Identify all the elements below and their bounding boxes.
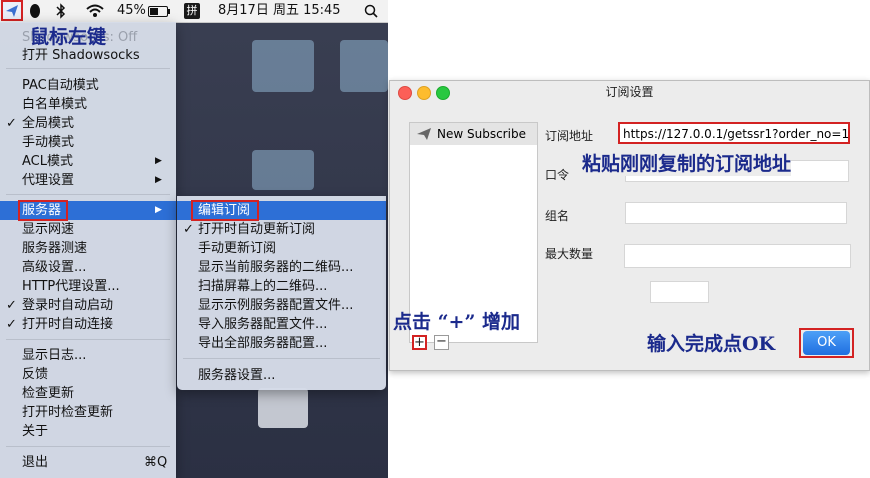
- menu-bar: 45% 拼 8月17日 周五 15:45: [0, 0, 388, 23]
- checkmark-icon: ✓: [6, 317, 17, 332]
- menu-item-whitelist-mode[interactable]: 白名单模式: [0, 95, 176, 114]
- input-method-icon[interactable]: 拼: [184, 3, 200, 19]
- menu-item-feedback[interactable]: 反馈: [0, 365, 176, 384]
- submenu-item-show-example-config[interactable]: 显示示例服务器配置文件...: [177, 296, 386, 315]
- submenu-item-export-config[interactable]: 导出全部服务器配置...: [177, 334, 386, 353]
- password-label: 口令: [545, 168, 570, 182]
- desktop-folder-icon[interactable]: [340, 40, 388, 92]
- blank-field[interactable]: [650, 281, 709, 303]
- minimize-window-button[interactable]: [417, 86, 431, 100]
- annotation-click-plus: 点击 “+” 增加: [393, 311, 521, 333]
- submenu-item-import-config[interactable]: 导入服务器配置文件...: [177, 315, 386, 334]
- qq-icon[interactable]: [28, 0, 42, 22]
- menu-item-manual-mode[interactable]: 手动模式: [0, 133, 176, 152]
- remove-subscription-button[interactable]: −: [434, 335, 449, 350]
- checkmark-icon: ✓: [6, 116, 17, 131]
- battery-percent: 45%: [117, 3, 146, 18]
- add-subscription-button[interactable]: +: [412, 335, 427, 350]
- subscription-list-item[interactable]: New Subscribe: [410, 123, 537, 145]
- menu-separator: [6, 446, 170, 447]
- group-name-field[interactable]: [625, 202, 847, 224]
- max-count-field[interactable]: [624, 244, 851, 268]
- servers-submenu: 编辑订阅 ✓ 打开时自动更新订阅 手动更新订阅 显示当前服务器的二维码... 扫描…: [177, 196, 386, 390]
- desktop-folder-icon[interactable]: [252, 40, 314, 92]
- menu-item-show-speed[interactable]: 显示网速: [0, 220, 176, 239]
- zoom-window-button[interactable]: [436, 86, 450, 100]
- menu-item-about[interactable]: 关于: [0, 422, 176, 441]
- submenu-arrow-icon: ▶: [155, 175, 162, 185]
- menu-item-check-updates-on-open[interactable]: 打开时检查更新: [0, 403, 176, 422]
- submenu-item-show-qr[interactable]: 显示当前服务器的二维码...: [177, 258, 386, 277]
- menu-item-check-updates[interactable]: 检查更新: [0, 384, 176, 403]
- submenu-arrow-icon: ▶: [155, 205, 162, 215]
- paper-plane-icon: [6, 4, 18, 17]
- group-label: 组名: [545, 209, 570, 223]
- menu-item-acl-mode[interactable]: ACL模式 ▶: [0, 152, 176, 171]
- submenu-item-scan-qr[interactable]: 扫描屏幕上的二维码...: [177, 277, 386, 296]
- annotation-input-done: 输入完成点OK: [647, 333, 776, 355]
- menu-item-advanced-settings[interactable]: 高级设置...: [0, 258, 176, 277]
- subscription-url-field[interactable]: https://127.0.0.1/getssr1?order_no=12345…: [618, 122, 850, 144]
- menu-item-proxy-settings[interactable]: 代理设置 ▶: [0, 171, 176, 190]
- menu-item-launch-at-login[interactable]: ✓ 登录时自动启动: [0, 296, 176, 315]
- menu-item-pac-mode[interactable]: PAC自动模式: [0, 76, 176, 95]
- menubar-clock[interactable]: 8月17日 周五 15:45: [218, 0, 341, 22]
- desktop-folder-icon[interactable]: [252, 150, 314, 190]
- quit-shortcut: ⌘Q: [144, 455, 168, 470]
- checkmark-icon: ✓: [6, 298, 17, 313]
- menu-item-http-proxy-settings[interactable]: HTTP代理设置...: [0, 277, 176, 296]
- dialog-title: 订阅设置: [605, 85, 654, 99]
- submenu-arrow-icon: ▶: [155, 156, 162, 166]
- menu-separator: [6, 339, 170, 340]
- menu-item-auto-connect[interactable]: ✓ 打开时自动连接: [0, 315, 176, 334]
- desktop-area: 45% 拼 8月17日 周五 15:45 Shadowsocks: Off 打开…: [0, 0, 388, 478]
- submenu-item-server-settings[interactable]: 服务器设置...: [177, 366, 386, 385]
- annotation-left-click: 鼠标左键: [30, 26, 107, 48]
- shadowsocks-menu: Shadowsocks: Off 打开 Shadowsocks PAC自动模式 …: [0, 22, 176, 478]
- menu-separator: [6, 194, 170, 195]
- spotlight-search-icon[interactable]: [364, 0, 378, 22]
- url-label: 订阅地址: [545, 129, 594, 143]
- wifi-icon[interactable]: [86, 0, 104, 22]
- servers-highlight-box: [18, 200, 68, 221]
- shadowsocks-status-icon[interactable]: [1, 0, 23, 21]
- close-window-button[interactable]: [398, 86, 412, 100]
- max-count-label: 最大数量: [545, 247, 594, 261]
- checkmark-icon: ✓: [183, 222, 194, 237]
- menu-item-quit[interactable]: 退出 ⌘Q: [0, 453, 176, 472]
- battery-icon[interactable]: [148, 6, 170, 17]
- bluetooth-icon[interactable]: [56, 0, 66, 22]
- menu-separator: [6, 68, 170, 69]
- desktop-file-icon[interactable]: [258, 388, 308, 428]
- edit-subscription-highlight-box: [191, 200, 259, 221]
- submenu-item-auto-update[interactable]: ✓ 打开时自动更新订阅: [177, 220, 386, 239]
- paper-plane-icon: [417, 128, 431, 140]
- submenu-item-manual-update[interactable]: 手动更新订阅: [177, 239, 386, 258]
- menu-separator: [183, 358, 380, 359]
- menu-item-server-speedtest[interactable]: 服务器测速: [0, 239, 176, 258]
- menu-item-global-mode[interactable]: ✓ 全局模式: [0, 114, 176, 133]
- annotation-paste-url: 粘贴刚刚复制的订阅地址: [582, 149, 792, 176]
- menu-item-show-log[interactable]: 显示日志...: [0, 346, 176, 365]
- ok-button[interactable]: OK: [803, 331, 850, 355]
